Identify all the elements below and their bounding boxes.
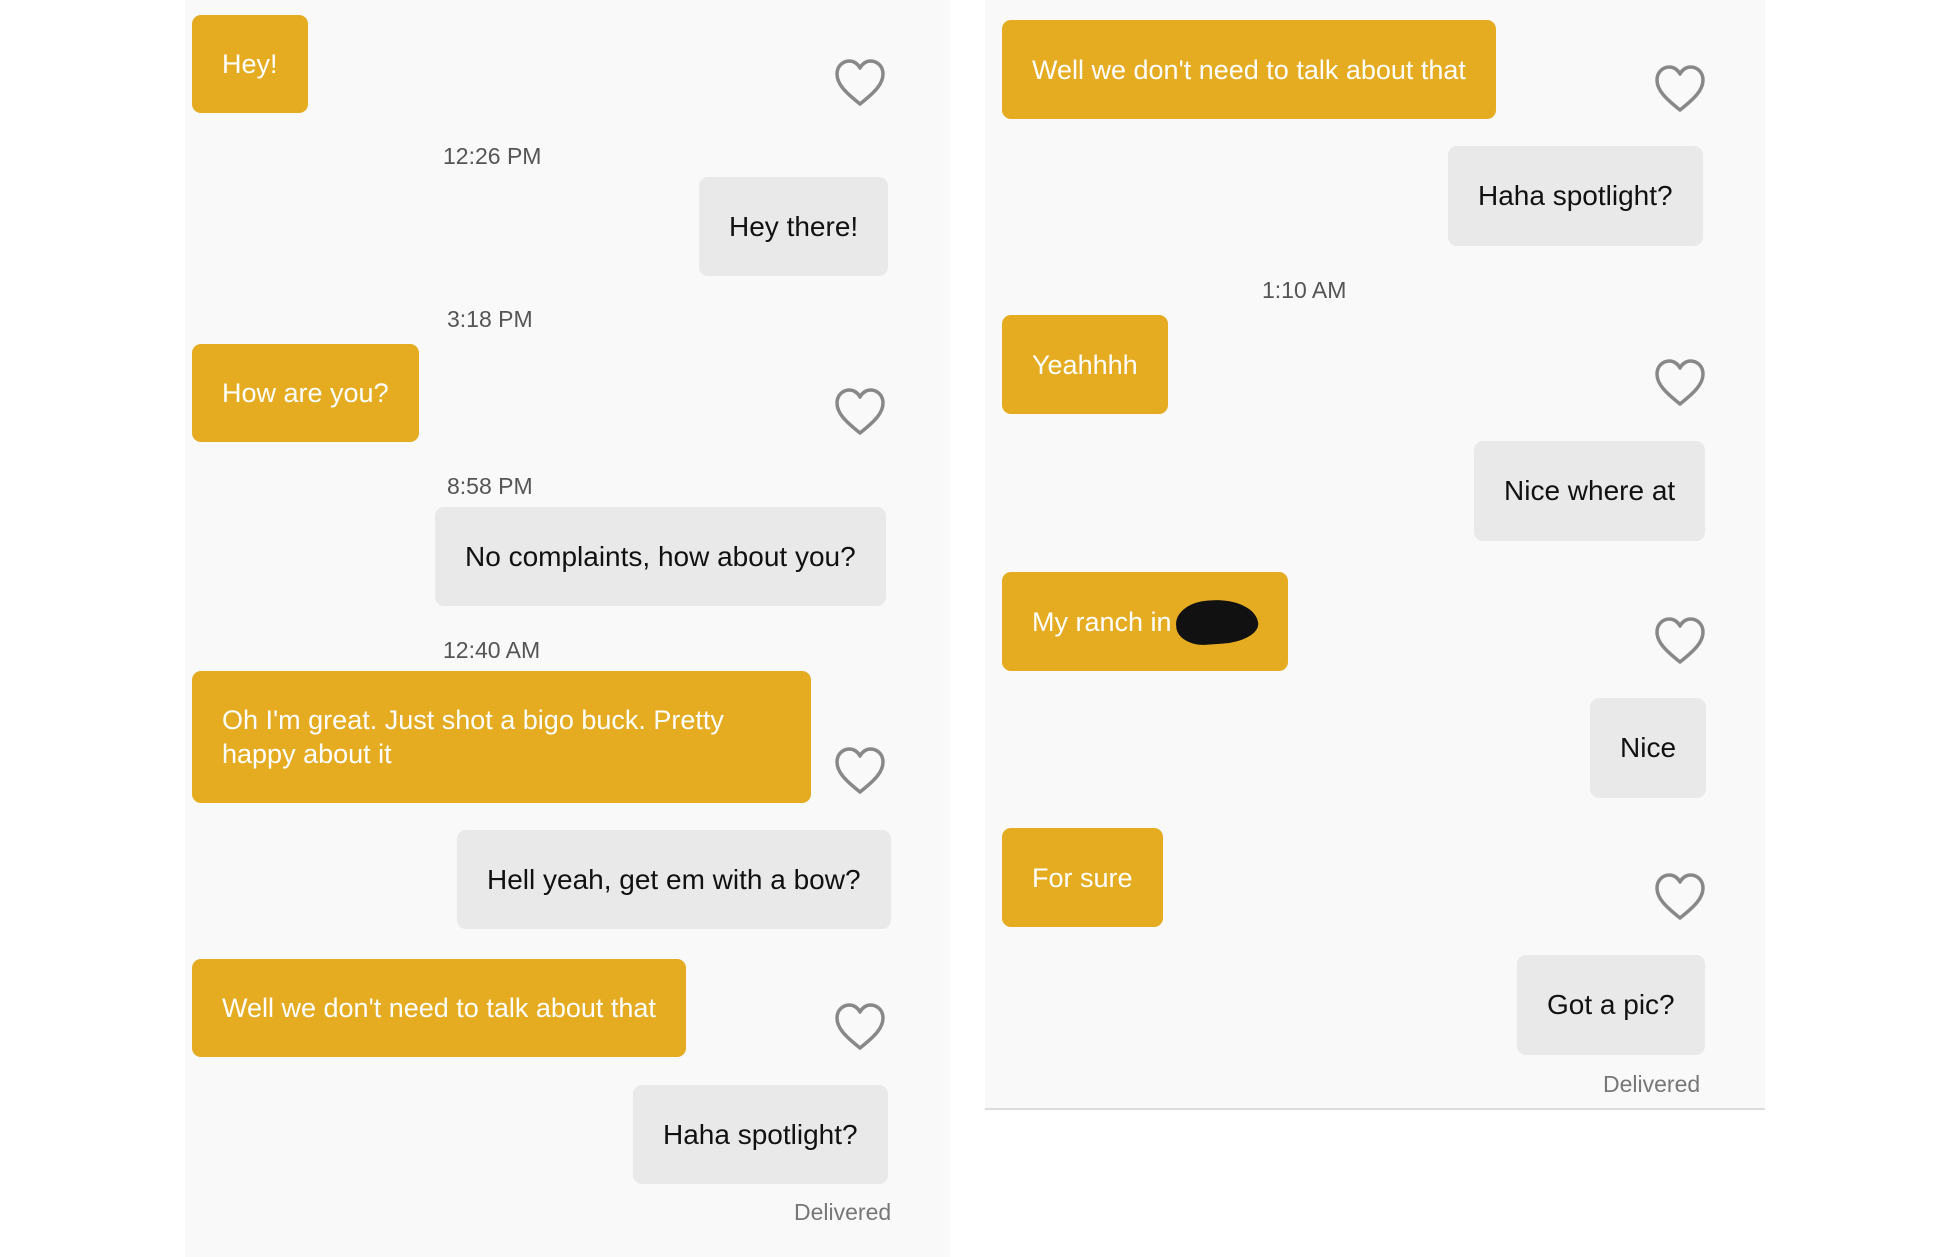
message-text: Got a pic? bbox=[1547, 989, 1675, 1020]
heart-icon[interactable] bbox=[1653, 872, 1707, 922]
message-text: How are you? bbox=[222, 378, 389, 408]
heart-icon[interactable] bbox=[1653, 64, 1707, 114]
heart-icon[interactable] bbox=[833, 58, 887, 108]
message-text: Well we don't need to talk about that bbox=[222, 993, 656, 1023]
sent-message[interactable]: Oh I'm great. Just shot a bigo buck. Pre… bbox=[192, 671, 811, 803]
message-text: Nice where at bbox=[1504, 475, 1676, 506]
heart-icon[interactable] bbox=[833, 1002, 887, 1052]
received-message[interactable]: No complaints, how about you? bbox=[435, 507, 886, 606]
timestamp: 8:58 PM bbox=[447, 473, 533, 499]
message-text: Nice bbox=[1620, 732, 1677, 763]
sent-message[interactable]: Yeahhhh bbox=[1002, 315, 1168, 414]
heart-icon[interactable] bbox=[1653, 616, 1707, 666]
heart-icon[interactable] bbox=[833, 746, 887, 796]
timestamp: 3:18 PM bbox=[447, 306, 533, 332]
message-text: Hell yeah, get em with a bow? bbox=[487, 863, 861, 895]
message-text: Hey there! bbox=[729, 210, 859, 242]
message-text: Haha spotlight? bbox=[663, 1118, 858, 1150]
message-text: My ranch in bbox=[1032, 606, 1172, 637]
received-message[interactable]: Haha spotlight? bbox=[1448, 146, 1703, 246]
redaction-mark bbox=[1174, 596, 1259, 647]
sent-message[interactable]: My ranch in bbox=[1002, 572, 1288, 671]
timestamp: 12:40 AM bbox=[443, 637, 541, 663]
left-chat-panel: Hey! 12:26 PM Hey there! 3:18 PM How are… bbox=[185, 0, 950, 1257]
heart-icon[interactable] bbox=[833, 387, 887, 437]
received-message[interactable]: Nice bbox=[1590, 698, 1707, 798]
delivery-status: Delivered bbox=[1603, 1071, 1701, 1097]
sent-message[interactable]: For sure bbox=[1002, 828, 1163, 927]
timestamp: 12:26 PM bbox=[443, 143, 542, 169]
message-text: Haha spotlight? bbox=[1478, 180, 1673, 211]
sent-message[interactable]: Well we don't need to talk about that bbox=[1002, 20, 1496, 119]
received-message[interactable]: Got a pic? bbox=[1517, 955, 1705, 1055]
sent-message[interactable]: How are you? bbox=[192, 344, 419, 442]
right-chat-panel: Well we don't need to talk about that Ha… bbox=[985, 0, 1765, 1110]
timestamp: 1:10 AM bbox=[1262, 277, 1347, 303]
delivery-status: Delivered bbox=[794, 1199, 892, 1225]
sent-message[interactable]: Hey! bbox=[192, 15, 308, 113]
message-text: Yeahhhh bbox=[1032, 349, 1138, 380]
received-message[interactable]: Hey there! bbox=[699, 177, 889, 276]
received-message[interactable]: Hell yeah, get em with a bow? bbox=[457, 830, 891, 929]
message-text: Well we don't need to talk about that bbox=[1032, 54, 1466, 85]
sent-message[interactable]: Well we don't need to talk about that bbox=[192, 959, 686, 1057]
message-text: Hey! bbox=[222, 49, 278, 79]
message-text: Oh I'm great. Just shot a bigo buck. Pre… bbox=[222, 705, 724, 769]
received-message[interactable]: Nice where at bbox=[1474, 441, 1706, 541]
message-text: For sure bbox=[1032, 862, 1133, 893]
message-text: No complaints, how about you? bbox=[465, 540, 856, 572]
heart-icon[interactable] bbox=[1653, 358, 1707, 408]
received-message[interactable]: Haha spotlight? bbox=[633, 1085, 888, 1184]
